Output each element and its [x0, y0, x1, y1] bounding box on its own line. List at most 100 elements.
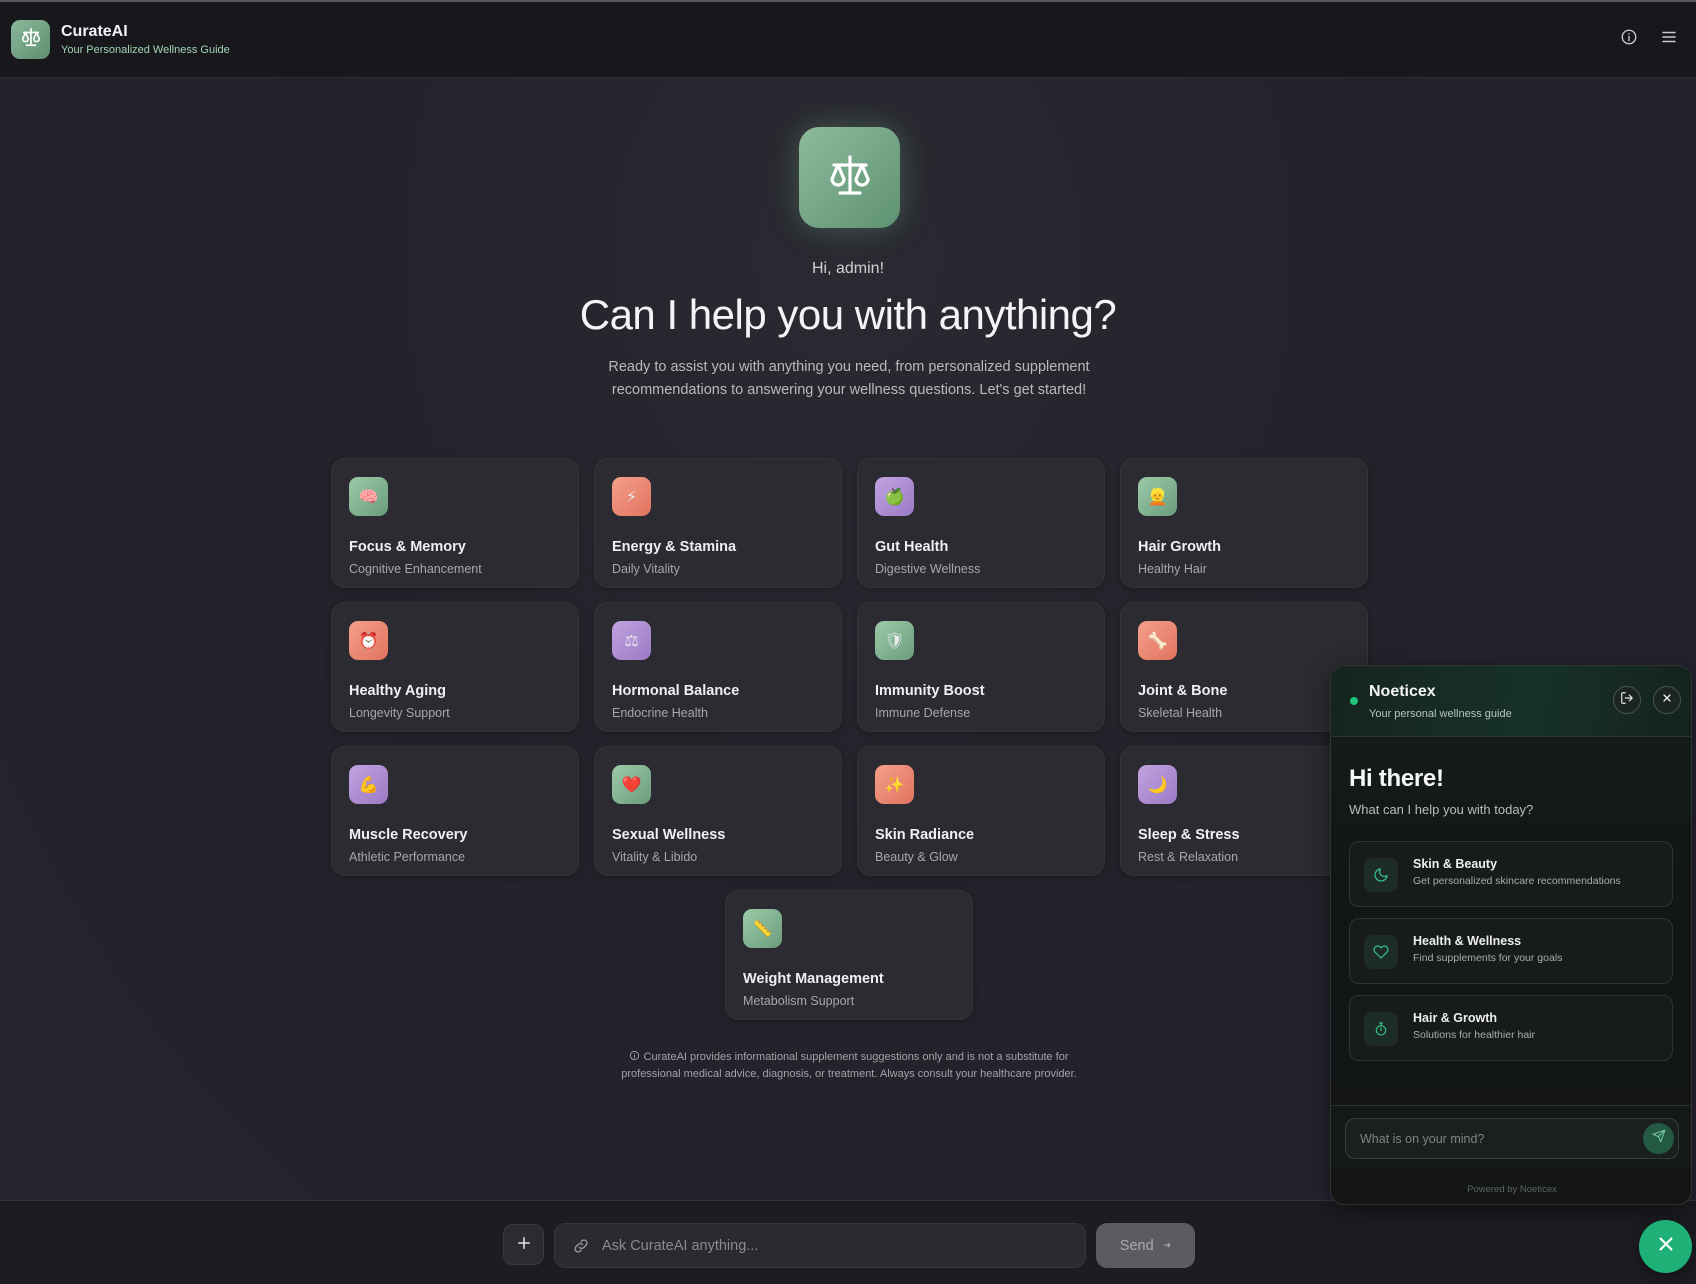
category-title: Sleep & Stress	[1138, 827, 1240, 843]
flexed-bicep-icon: 💪	[349, 765, 388, 804]
category-card[interactable]: 🧠 Focus & Memory Cognitive Enhancement	[331, 458, 579, 588]
chat-option-title: Health & Wellness	[1413, 934, 1522, 948]
category-card[interactable]: 💪 Muscle Recovery Athletic Performance	[331, 746, 579, 876]
apple-icon: 🍏	[875, 477, 914, 516]
category-subtitle: Daily Vitality	[612, 562, 680, 576]
arrow-right-icon: ➜	[1163, 1240, 1172, 1250]
logout-button[interactable]	[1613, 686, 1641, 714]
chat-option-subtitle: Get personalized skincare recommendation…	[1413, 875, 1621, 887]
chat-header: Noeticex Your personal wellness guide	[1331, 666, 1691, 737]
category-subtitle: Beauty & Glow	[875, 850, 958, 864]
category-card[interactable]: 🛡 Immunity Boost Immune Defense	[857, 602, 1105, 732]
category-subtitle: Immune Defense	[875, 706, 971, 720]
category-subtitle: Digestive Wellness	[875, 562, 981, 576]
header-actions	[1620, 28, 1678, 46]
heart-outline-icon	[1364, 935, 1398, 969]
bone-icon: 🦴	[1138, 621, 1177, 660]
category-card[interactable]: ⚡ Energy & Stamina Daily Vitality	[594, 458, 842, 588]
chat-composer	[1331, 1105, 1691, 1170]
category-subtitle: Endocrine Health	[612, 706, 708, 720]
heart-icon: ❤️	[612, 765, 651, 804]
brain-icon: 🧠	[349, 477, 388, 516]
category-subtitle: Longevity Support	[349, 706, 450, 720]
category-card[interactable]: 🍏 Gut Health Digestive Wellness	[857, 458, 1105, 588]
clock-icon: ⏰	[349, 621, 388, 660]
plus-icon	[515, 1232, 533, 1258]
category-title: Weight Management	[743, 971, 884, 987]
brand: CurateAI Your Personalized Wellness Guid…	[61, 23, 230, 56]
category-title: Sexual Wellness	[612, 827, 726, 843]
category-title: Gut Health	[875, 539, 949, 555]
send-button[interactable]: Send ➜	[1096, 1223, 1195, 1268]
moon-icon	[1364, 858, 1398, 892]
shield-icon: 🛡	[875, 621, 914, 660]
chat-input-field	[1345, 1118, 1679, 1159]
app-header: CurateAI Your Personalized Wellness Guid…	[0, 2, 1696, 78]
send-label: Send	[1119, 1237, 1154, 1254]
category-subtitle: Vitality & Libido	[612, 850, 698, 864]
logout-icon	[1620, 691, 1634, 710]
category-card[interactable]: ✨ Skin Radiance Beauty & Glow	[857, 746, 1105, 876]
chat-option-title: Hair & Growth	[1413, 1011, 1498, 1025]
close-icon	[1661, 691, 1673, 709]
category-card[interactable]: ❤️ Sexual Wellness Vitality & Libido	[594, 746, 842, 876]
category-title: Hormonal Balance	[612, 683, 740, 699]
chat-widget: Noeticex Your personal wellness guide Hi…	[1330, 665, 1692, 1205]
app-logo[interactable]	[11, 20, 50, 59]
crescent-moon-icon: 🌙	[1138, 765, 1177, 804]
category-subtitle: Athletic Performance	[349, 850, 466, 864]
add-attachment-button[interactable]	[503, 1224, 544, 1265]
lightning-icon: ⚡	[612, 477, 651, 516]
chat-option-title: Skin & Beauty	[1413, 857, 1498, 871]
app-tagline: Your Personalized Wellness Guide	[61, 44, 230, 56]
info-icon	[629, 1050, 643, 1063]
online-status-dot	[1350, 697, 1358, 705]
close-icon	[1655, 1233, 1677, 1260]
close-chat-button[interactable]	[1653, 686, 1681, 714]
link-icon[interactable]	[572, 1237, 590, 1255]
category-card[interactable]: ⚖ Hormonal Balance Endocrine Health	[594, 602, 842, 732]
chat-option-subtitle: Solutions for healthier hair	[1413, 1029, 1535, 1041]
category-card[interactable]: 👱 Hair Growth Healthy Hair	[1120, 458, 1368, 588]
chat-send-button[interactable]	[1643, 1123, 1674, 1154]
info-icon[interactable]	[1620, 28, 1638, 46]
chat-greeting-sub: What can I help you with today?	[1349, 802, 1534, 817]
chat-assistant-name: Noeticex	[1369, 683, 1436, 700]
category-subtitle: Skeletal Health	[1138, 706, 1223, 720]
powered-by: Powered by Noeticex	[1467, 1184, 1557, 1195]
toggle-chat-button[interactable]	[1639, 1220, 1692, 1273]
ask-field	[554, 1223, 1086, 1268]
category-subtitle: Healthy Hair	[1138, 562, 1207, 576]
app-name: CurateAI	[61, 23, 128, 40]
person-hair-icon: 👱	[1138, 477, 1177, 516]
chat-option-health-wellness[interactable]: Health & Wellness Find supplements for y…	[1349, 918, 1673, 984]
category-title: Joint & Bone	[1138, 683, 1228, 699]
category-subtitle: Cognitive Enhancement	[349, 562, 482, 576]
category-title: Skin Radiance	[875, 827, 975, 843]
menu-icon[interactable]	[1660, 28, 1678, 46]
balance-scale-icon	[826, 151, 874, 204]
balance-scale-icon	[20, 26, 42, 53]
chat-assistant-tagline: Your personal wellness guide	[1369, 708, 1512, 720]
page-title: Can I help you with anything?	[579, 291, 1117, 338]
intro-text: Ready to assist you with anything you ne…	[608, 359, 1090, 398]
chat-option-subtitle: Find supplements for your goals	[1413, 952, 1563, 964]
disclaimer-text: CurateAI provides informational suppleme…	[621, 1051, 1077, 1080]
category-title: Energy & Stamina	[612, 539, 737, 555]
sparkles-icon: ✨	[875, 765, 914, 804]
chat-option-skin-beauty[interactable]: Skin & Beauty Get personalized skincare …	[1349, 841, 1673, 907]
category-title: Immunity Boost	[875, 683, 985, 699]
chat-greeting: Hi there!	[1349, 765, 1444, 792]
category-subtitle: Metabolism Support	[743, 994, 855, 1008]
ask-input[interactable]	[602, 1237, 1062, 1254]
chat-message-input[interactable]	[1360, 1131, 1630, 1146]
hero-logo	[799, 127, 900, 228]
balance-scale-icon: ⚖	[612, 621, 651, 660]
ruler-icon: 📏	[743, 909, 782, 948]
paper-plane-icon	[1652, 1129, 1666, 1148]
greeting: Hi, admin!	[811, 260, 885, 277]
category-card[interactable]: 📏 Weight Management Metabolism Support	[725, 890, 973, 1020]
category-title: Healthy Aging	[349, 683, 446, 699]
chat-option-hair-growth[interactable]: Hair & Growth Solutions for healthier ha…	[1349, 995, 1673, 1061]
category-card[interactable]: ⏰ Healthy Aging Longevity Support	[331, 602, 579, 732]
